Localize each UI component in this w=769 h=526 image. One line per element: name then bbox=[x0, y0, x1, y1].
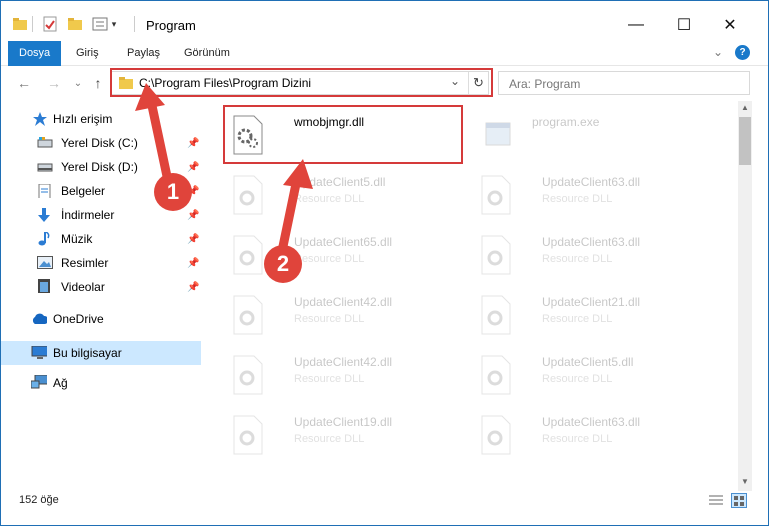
file-explorer-window: ▾ Program — ☐ ✕ Dosya Giriş Paylaş Görün… bbox=[0, 0, 769, 526]
annotation-arrows bbox=[135, 83, 313, 261]
step-badge-2: 2 bbox=[264, 245, 302, 283]
step-badge-1: 1 bbox=[154, 173, 192, 211]
